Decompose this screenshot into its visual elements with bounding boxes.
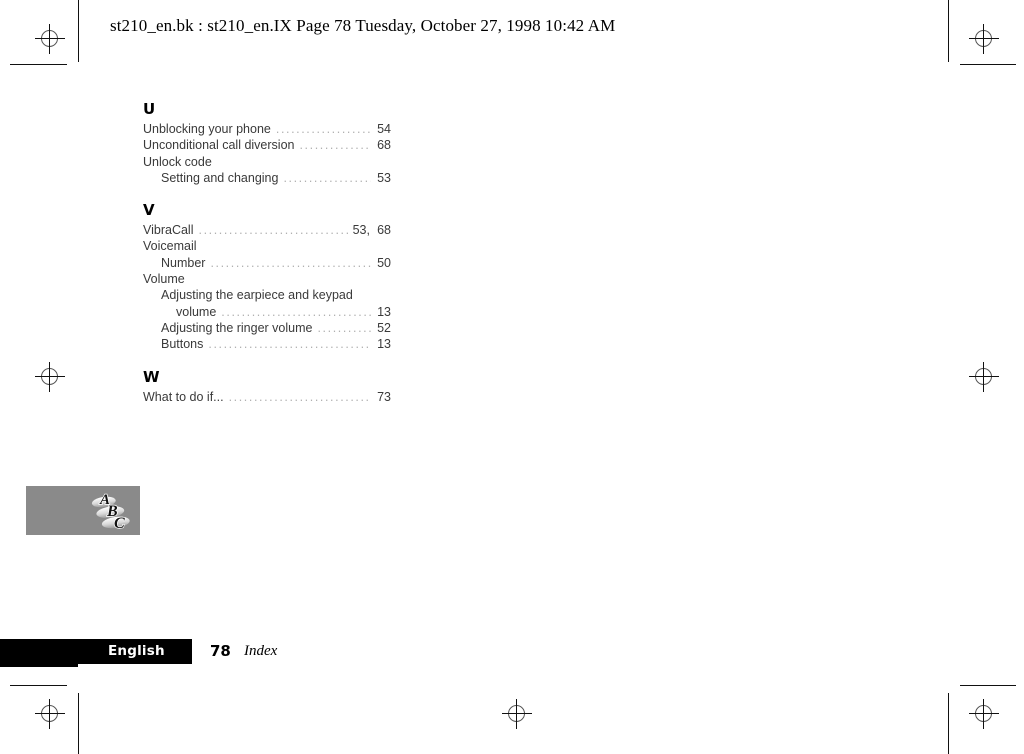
index-entry-dot-leader: ........................................… <box>210 255 371 270</box>
index-entry-label: Adjusting the ringer volume <box>161 320 313 335</box>
abc-thumb-tab: A B C <box>26 486 140 535</box>
index-entry-label: Volume <box>143 272 185 287</box>
trim-line-left-top <box>78 0 79 62</box>
index-entry[interactable]: Adjusting the ringer volume.............… <box>143 320 391 336</box>
index-entry-page-number: 52 <box>377 320 391 335</box>
index-entry-label: Unconditional call diversion <box>143 138 295 153</box>
index-entry-page-extra: 53, <box>352 223 370 238</box>
index-entry-label: VibraCall <box>143 223 194 238</box>
registration-crosshair-icon <box>35 362 65 392</box>
page-header-text: st210_en.bk : st210_en.IX Page 78 Tuesda… <box>110 16 616 35</box>
index-entry-label: volume <box>176 304 217 319</box>
registration-crosshair-icon <box>969 24 999 54</box>
index-entry-dot-leader: ........................................… <box>317 320 371 335</box>
index-content: U Unblocking your phone..................… <box>143 100 391 420</box>
index-entry[interactable]: Volume..................................… <box>143 271 391 287</box>
index-entry[interactable]: Buttons.................................… <box>143 336 391 352</box>
index-entry-page-number: 50 <box>377 255 391 270</box>
footer-page-number: 78 <box>210 642 231 660</box>
registration-crosshair-icon <box>969 699 999 729</box>
index-entry[interactable]: Adjusting the earpiece and keypad.......… <box>143 287 391 303</box>
footer-language-label: English <box>108 643 165 659</box>
registration-crosshair-icon <box>502 699 532 729</box>
footer-bar-left <box>0 639 78 667</box>
index-section: W What to do if..........................… <box>143 368 391 405</box>
registration-crosshair-icon <box>35 699 65 729</box>
index-section-letter: V <box>143 201 155 220</box>
index-entry-page-number: 53 <box>377 170 391 185</box>
index-entry-dot-leader: ........................................… <box>208 337 371 352</box>
index-entry[interactable]: VibraCall...............................… <box>143 222 391 238</box>
index-entry-dot-leader: ........................................… <box>221 304 371 319</box>
index-entry-page-number: 68 <box>377 223 391 238</box>
index-entry-label: Unlock code <box>143 154 212 169</box>
index-entry[interactable]: volume..................................… <box>143 304 391 320</box>
svg-text:C: C <box>114 515 125 532</box>
index-entry-label: Number <box>161 255 206 270</box>
index-entry-dot-leader: ........................................… <box>198 223 350 238</box>
index-entry-dot-leader: ........................................… <box>228 389 371 404</box>
index-entry[interactable]: Unlock code.............................… <box>143 154 391 170</box>
trim-line-right-top <box>948 0 949 62</box>
index-entry-label: Setting and changing <box>161 170 279 185</box>
index-entry[interactable]: Unconditional call diversion............… <box>143 137 391 153</box>
trim-line-bottom-right <box>960 685 1016 686</box>
index-entry-page-number: 13 <box>377 304 391 319</box>
index-entry-label: Buttons <box>161 337 204 352</box>
index-entry[interactable]: What to do if...........................… <box>143 389 391 405</box>
index-entry[interactable]: Number..................................… <box>143 255 391 271</box>
footer-section-name: Index <box>244 643 278 659</box>
index-entry-label: Adjusting the earpiece and keypad <box>161 288 353 303</box>
index-entry-page-number: 13 <box>377 337 391 352</box>
index-section: U Unblocking your phone..................… <box>143 100 391 186</box>
index-entry[interactable]: Voicemail...............................… <box>143 238 391 254</box>
index-entry-page-number: 68 <box>377 138 391 153</box>
index-entry-dot-leader: ........................................… <box>299 138 371 153</box>
trim-line-top-right <box>960 64 1016 65</box>
trim-line-bottom-left <box>10 685 67 686</box>
index-entry-dot-leader: ........................................… <box>275 122 371 136</box>
registration-crosshair-icon <box>35 24 65 54</box>
index-entry-page-number: 73 <box>377 389 391 404</box>
trim-line-right-bottom <box>948 693 949 754</box>
index-entry-dot-leader: ........................................… <box>283 170 371 185</box>
index-entry[interactable]: Setting and changing....................… <box>143 170 391 186</box>
index-section-letter: U <box>143 100 156 118</box>
index-section: V VibraCall..............................… <box>143 201 391 352</box>
index-entry-page-number: 54 <box>377 122 391 136</box>
trim-line-left-bottom <box>78 693 79 754</box>
index-entry-label: What to do if... <box>143 389 224 404</box>
index-section-letter: W <box>143 367 160 386</box>
registration-crosshair-icon <box>969 362 999 392</box>
index-entry[interactable]: Unblocking your phone...................… <box>143 121 391 137</box>
abc-logo-icon: A B C <box>91 491 130 533</box>
trim-line-top-left <box>10 64 67 65</box>
index-entry-label: Unblocking your phone <box>143 122 271 136</box>
index-entry-label: Voicemail <box>143 239 197 254</box>
